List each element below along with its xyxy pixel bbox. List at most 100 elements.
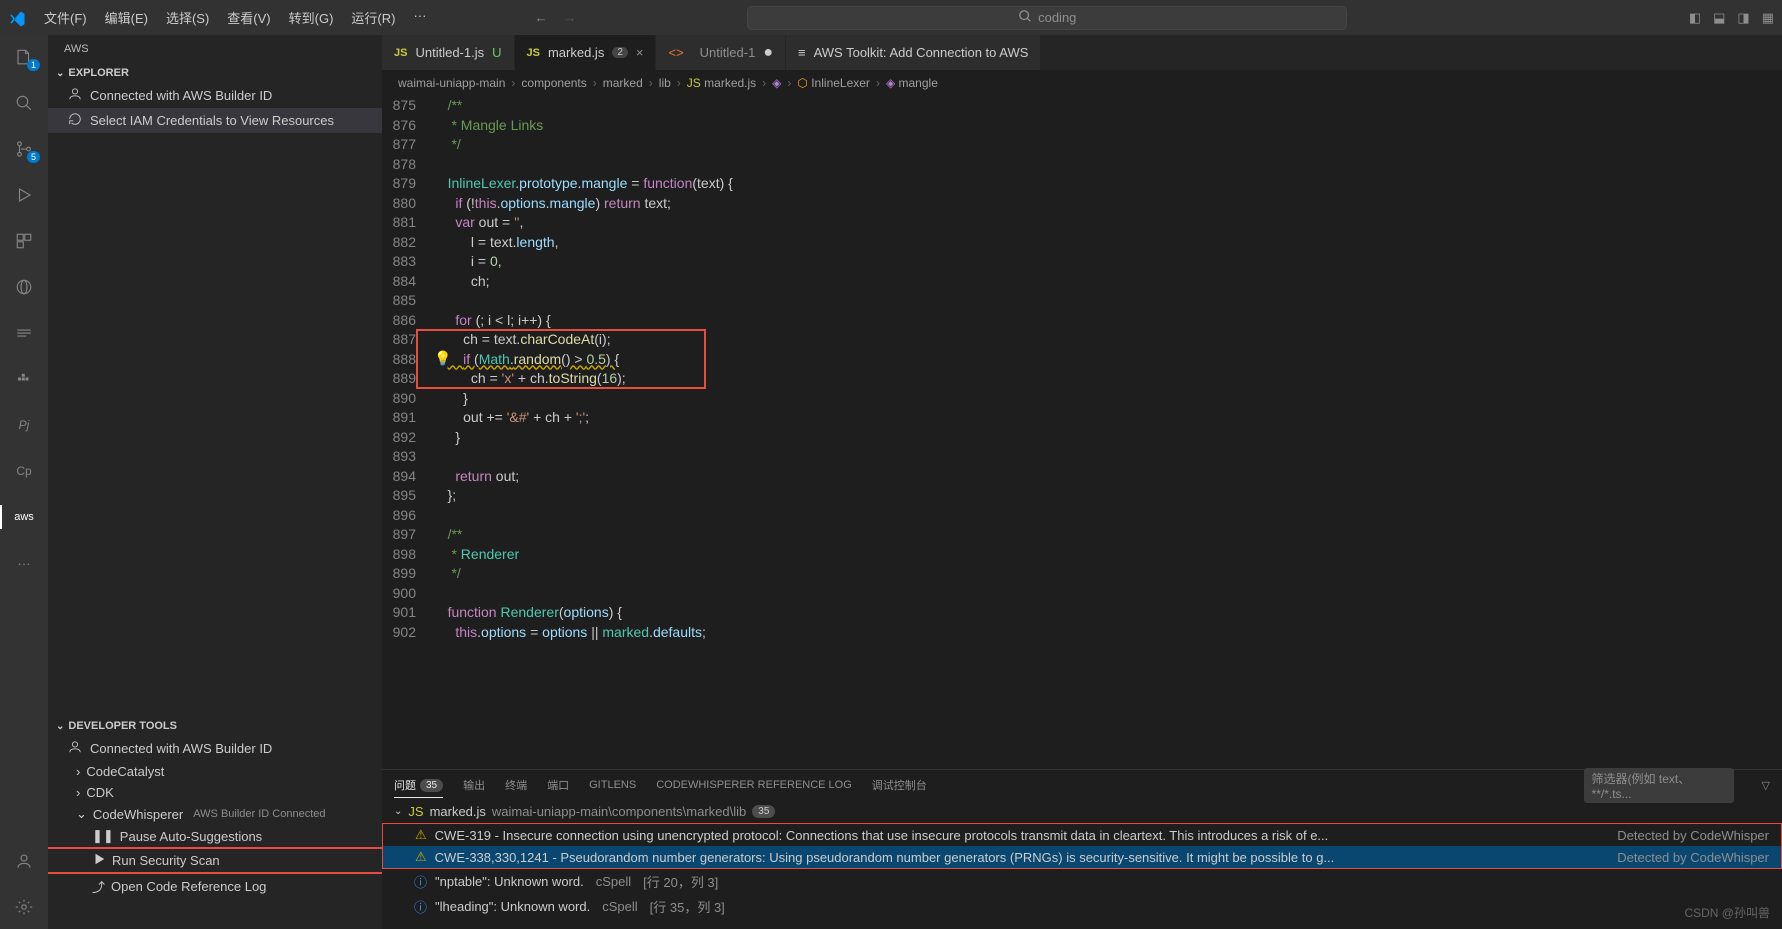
- explorer-section-title[interactable]: ⌄ EXPLORER: [48, 63, 382, 83]
- code-line[interactable]: * Renderer: [432, 545, 1782, 565]
- lightbulb-icon[interactable]: 💡: [434, 349, 451, 369]
- filter-icon[interactable]: ▽: [1762, 779, 1770, 792]
- menu-item[interactable]: 编辑(E): [97, 4, 156, 31]
- tree-cdk[interactable]: › CDK: [48, 782, 382, 803]
- code-line[interactable]: InlineLexer.prototype.mangle = function(…: [432, 174, 1782, 194]
- warning-icon: ⚠: [415, 849, 427, 865]
- extensions-activity-icon[interactable]: [12, 229, 36, 253]
- code-line[interactable]: [432, 155, 1782, 175]
- filter-input[interactable]: 筛选器(例如 text、**/*.ts...: [1584, 768, 1734, 803]
- problem-row[interactable]: ⓘ"lheading": Unknown word.cSpell[行 35，列 …: [382, 894, 1782, 919]
- close-icon[interactable]: ×: [636, 45, 644, 60]
- search-activity-icon[interactable]: [12, 91, 36, 115]
- breadcrumb-item[interactable]: ⬡ InlineLexer: [797, 76, 870, 90]
- code-line[interactable]: var out = '',: [432, 213, 1782, 233]
- breadcrumb-item[interactable]: marked: [603, 76, 643, 90]
- code-line[interactable]: l = text.length,: [432, 233, 1782, 253]
- codewhisperer-activity-icon[interactable]: [12, 321, 36, 345]
- menu-item[interactable]: 转到(G): [281, 4, 342, 31]
- debug-activity-icon[interactable]: [12, 183, 36, 207]
- explorer-activity-icon[interactable]: 1: [12, 45, 36, 69]
- activity-bar: 1 5 Pj Cp aws ···: [0, 35, 48, 929]
- problems-file-row[interactable]: ⌄ JS marked.js waimai-uniapp-main\compon…: [382, 800, 1782, 823]
- menu-item[interactable]: 查看(V): [219, 4, 278, 31]
- connected-builder-row[interactable]: Connected with AWS Builder ID: [48, 83, 382, 108]
- code-line[interactable]: ch;: [432, 272, 1782, 292]
- code-line[interactable]: [432, 291, 1782, 311]
- settings-gear-icon[interactable]: [12, 895, 36, 919]
- code-line[interactable]: i = 0,: [432, 252, 1782, 272]
- editor-tab[interactable]: ≡AWS Toolkit: Add Connection to AWS: [786, 35, 1041, 70]
- aws-activity-icon[interactable]: aws: [12, 505, 36, 529]
- customize-layout-icon[interactable]: ▦: [1762, 10, 1774, 26]
- nav-forward-icon[interactable]: →: [563, 10, 576, 25]
- breadcrumb-item[interactable]: ◈: [772, 76, 781, 90]
- code-line[interactable]: /**: [432, 96, 1782, 116]
- watermark: CSDN @孙叫兽: [1684, 904, 1770, 921]
- code-line[interactable]: if (!this.options.mangle) return text;: [432, 194, 1782, 214]
- menu-item[interactable]: ···: [405, 4, 434, 31]
- devtools-section-title[interactable]: ⌄ DEVELOPER TOOLS: [48, 716, 382, 736]
- nav-back-icon[interactable]: ←: [534, 10, 547, 25]
- panel-tab[interactable]: 调试控制台: [872, 777, 927, 793]
- breadcrumbs[interactable]: waimai-uniapp-main›components›marked›lib…: [382, 70, 1782, 96]
- panel-tab[interactable]: CODEWHISPERER REFERENCE LOG: [656, 779, 852, 791]
- editor-tab[interactable]: JSmarked.js2×: [515, 35, 657, 70]
- docker-activity-icon[interactable]: [12, 367, 36, 391]
- tree-codewhisperer[interactable]: ⌄ CodeWhisperer AWS Builder ID Connected: [48, 803, 382, 825]
- tree-codecatalyst[interactable]: › CodeCatalyst: [48, 761, 382, 782]
- panel-tab[interactable]: 端口: [547, 777, 569, 793]
- menu-item[interactable]: 文件(F): [36, 4, 95, 31]
- code-line[interactable]: return out;: [432, 467, 1782, 487]
- code-line[interactable]: */: [432, 135, 1782, 155]
- code-line[interactable]: * Mangle Links: [432, 116, 1782, 136]
- account-icon[interactable]: [12, 849, 36, 873]
- menu-item[interactable]: 运行(R): [343, 4, 403, 31]
- code-line[interactable]: };: [432, 486, 1782, 506]
- command-center[interactable]: coding: [747, 6, 1347, 30]
- code-line[interactable]: this.options = options || marked.default…: [432, 623, 1782, 643]
- code-line[interactable]: }: [432, 428, 1782, 448]
- copilot-activity-icon[interactable]: Cp: [12, 459, 36, 483]
- code-line[interactable]: out += '&#' + ch + ';';: [432, 408, 1782, 428]
- menu-item[interactable]: 选择(S): [158, 4, 217, 31]
- editor-tab[interactable]: <>Untitled-1●: [656, 35, 786, 70]
- panel-tab[interactable]: GITLENS: [589, 779, 636, 791]
- chevron-down-icon: ⌄: [56, 721, 64, 732]
- code-line[interactable]: */: [432, 564, 1782, 584]
- problem-row[interactable]: ⚠CWE-338,330,1241 - Pseudorandom number …: [383, 846, 1781, 868]
- select-iam-row[interactable]: Select IAM Credentials to View Resources: [48, 108, 382, 133]
- project-activity-icon[interactable]: Pj: [12, 413, 36, 437]
- tree-run-security-scan[interactable]: Run Security Scan: [48, 849, 382, 872]
- toggle-panel-left-icon[interactable]: ◧: [1689, 10, 1701, 26]
- code-editor[interactable]: 8758768778788798808818828838848858868878…: [382, 96, 1782, 769]
- panel-tab[interactable]: 问题35: [394, 777, 443, 798]
- breadcrumb-item[interactable]: lib: [659, 76, 671, 90]
- breadcrumb-item[interactable]: ◈ mangle: [886, 76, 938, 90]
- toggle-panel-bottom-icon[interactable]: ⬓: [1713, 10, 1725, 26]
- editor-tab[interactable]: JSUntitled-1.jsU: [382, 35, 515, 70]
- more-activity-icon[interactable]: ···: [12, 551, 36, 575]
- scm-activity-icon[interactable]: 5: [12, 137, 36, 161]
- tree-open-reference-log[interactable]: ⤴ Open Code Reference Log: [48, 874, 382, 899]
- breadcrumb-item[interactable]: JS marked.js: [687, 76, 756, 90]
- code-line[interactable]: [432, 447, 1782, 467]
- devtools-connected-row[interactable]: Connected with AWS Builder ID: [48, 736, 382, 761]
- code-line[interactable]: function Renderer(options) {: [432, 603, 1782, 623]
- panel-tab[interactable]: 终端: [505, 777, 527, 793]
- toggle-panel-right-icon[interactable]: ◨: [1737, 10, 1749, 26]
- problem-row[interactable]: ⚠CWE-319 - Insecure connection using une…: [383, 824, 1781, 846]
- aws-icon: ≡: [798, 45, 806, 60]
- problem-row[interactable]: ⓘ"nptable": Unknown word.cSpell[行 20，列 3…: [382, 869, 1782, 894]
- code-line[interactable]: for (; i < l; i++) {: [432, 311, 1782, 331]
- panel-tab[interactable]: 输出: [463, 777, 485, 793]
- code-line[interactable]: }: [432, 389, 1782, 409]
- remote-activity-icon[interactable]: [12, 275, 36, 299]
- breadcrumb-item[interactable]: components: [521, 76, 586, 90]
- code-line[interactable]: [432, 506, 1782, 526]
- code-line[interactable]: [432, 584, 1782, 604]
- breadcrumb-item[interactable]: waimai-uniapp-main: [398, 76, 505, 90]
- code-line[interactable]: /**: [432, 525, 1782, 545]
- code-lines[interactable]: 💡 /** * Mangle Links */ InlineLexer.prot…: [432, 96, 1782, 769]
- tree-pause-suggestions[interactable]: ❚❚ Pause Auto-Suggestions: [48, 825, 382, 847]
